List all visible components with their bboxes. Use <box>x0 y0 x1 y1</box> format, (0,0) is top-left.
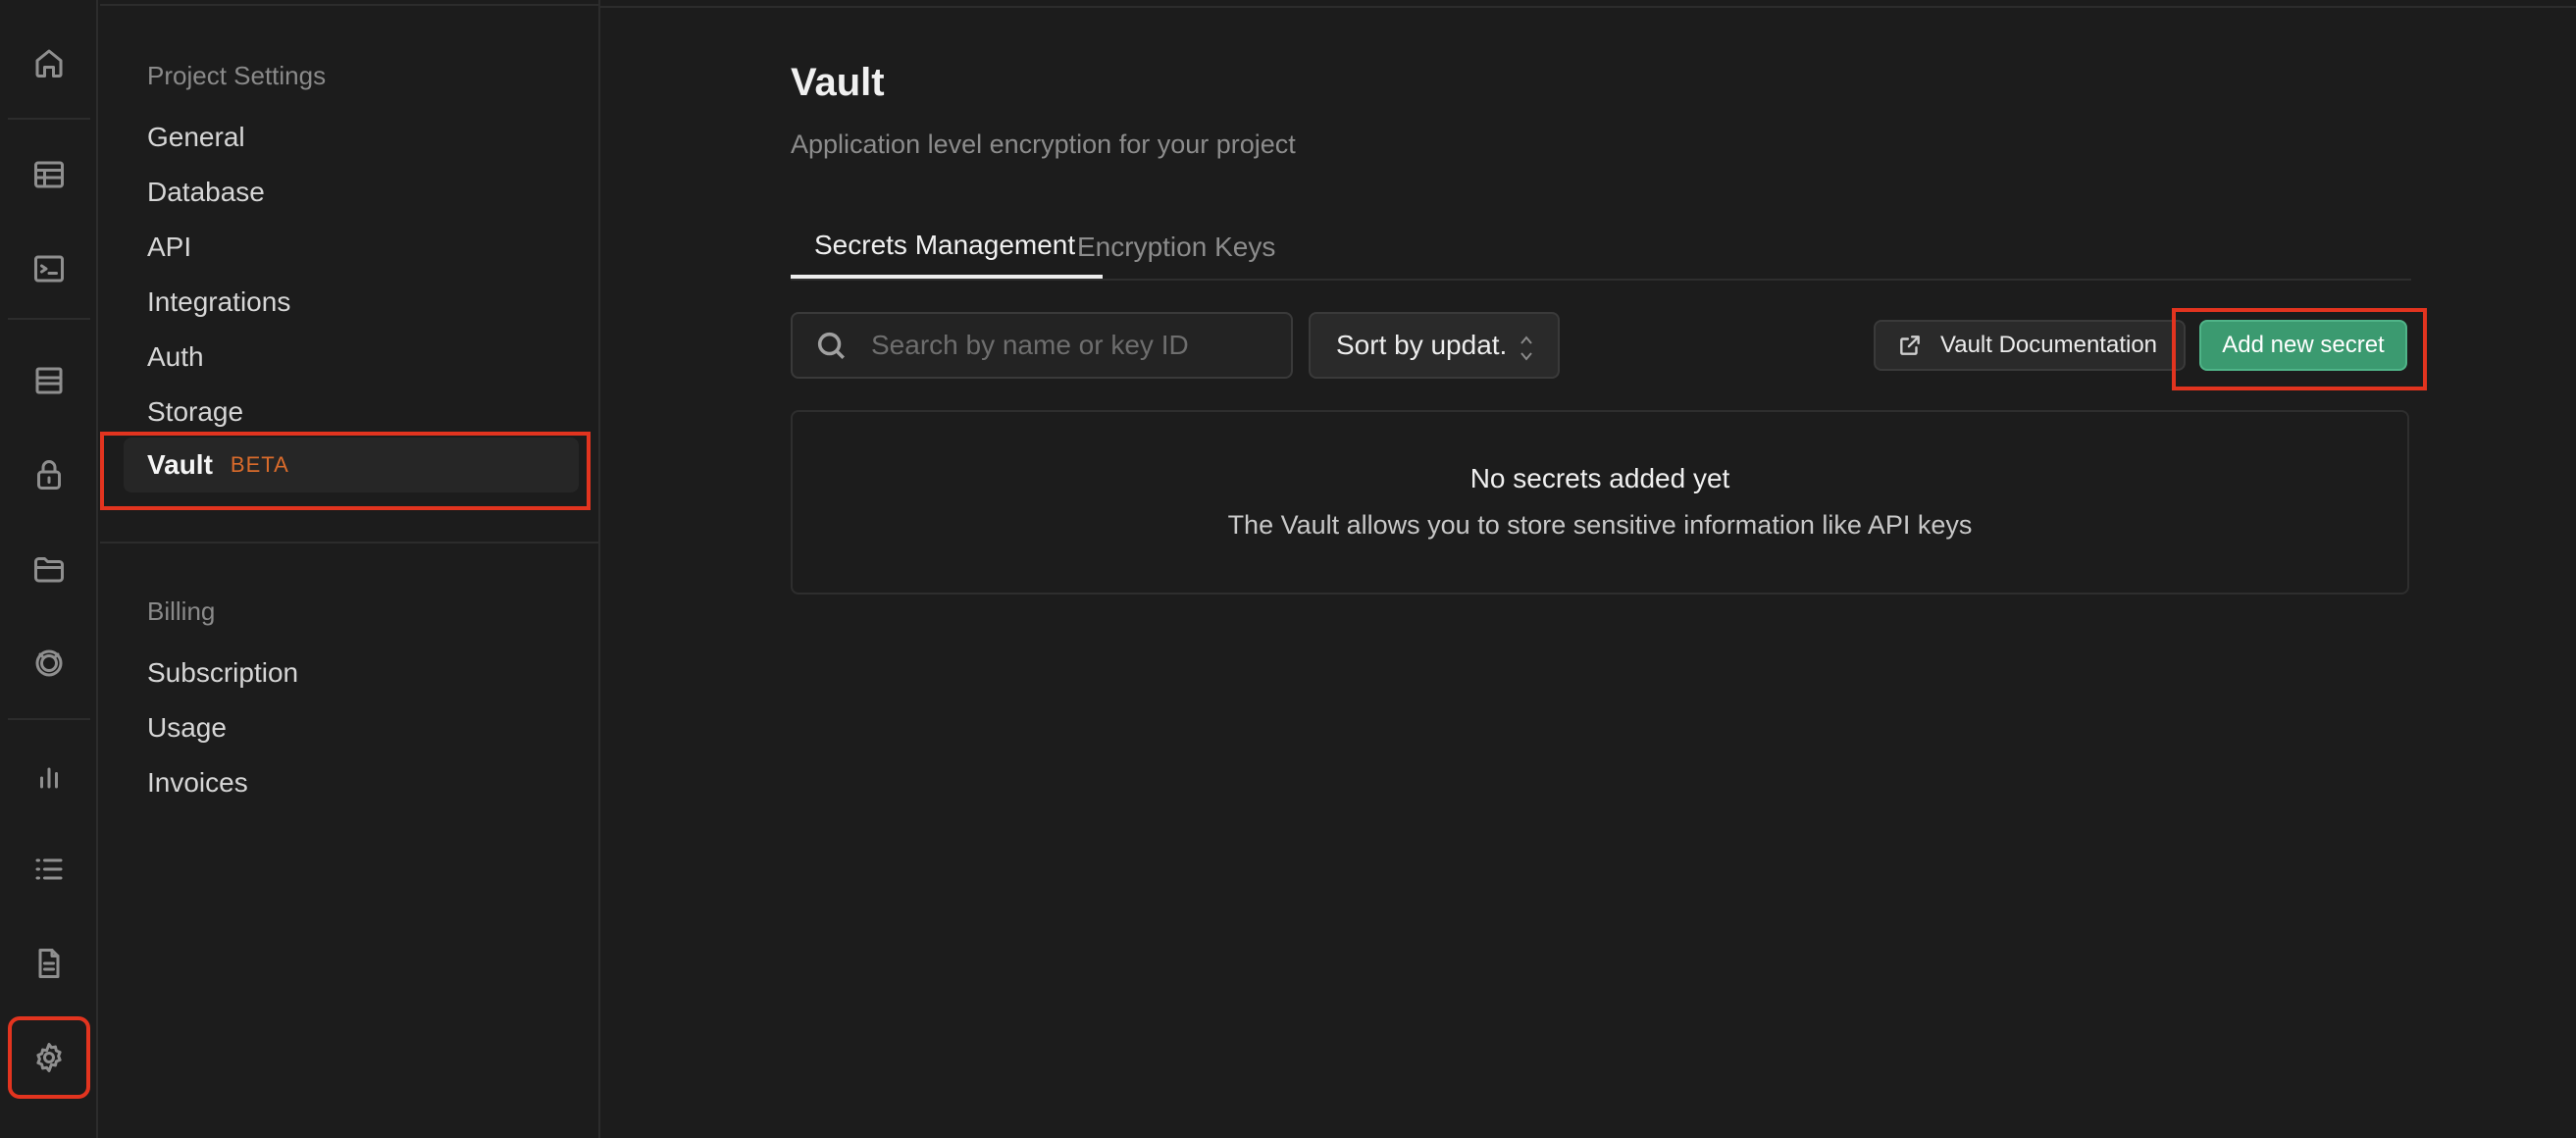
vault-documentation-button[interactable]: Vault Documentation <box>1874 320 2186 371</box>
api-docs-icon[interactable] <box>12 926 86 1001</box>
sidebar-item-usage[interactable]: Usage <box>147 712 227 744</box>
settings-sidebar: Project Settings General Database API In… <box>100 0 600 1138</box>
sidebar-item-storage[interactable]: Storage <box>147 396 243 428</box>
sidebar-item-general[interactable]: General <box>147 122 245 153</box>
sidebar-item-api[interactable]: API <box>147 232 191 263</box>
beta-badge: BETA <box>230 452 289 477</box>
sort-select-label: Sort by updat. <box>1336 330 1508 360</box>
main-content: Vault Application level encryption for y… <box>600 0 2576 1138</box>
search-box[interactable] <box>791 312 1293 379</box>
add-new-secret-button[interactable]: Add new secret <box>2199 320 2407 371</box>
app-window: Project Settings General Database API In… <box>0 0 2576 1138</box>
home-icon[interactable] <box>12 26 86 100</box>
icon-rail <box>0 0 98 1138</box>
search-input[interactable] <box>871 330 1283 361</box>
sidebar-item-vault[interactable]: Vault BETA <box>124 438 579 492</box>
logs-icon[interactable] <box>12 832 86 906</box>
authentication-icon[interactable] <box>12 438 86 512</box>
settings-icon[interactable] <box>8 1016 90 1099</box>
active-tab-indicator <box>791 275 1103 279</box>
vault-documentation-label: Vault Documentation <box>1940 332 2158 358</box>
page-title: Vault <box>791 61 885 104</box>
tab-encryption-keys[interactable]: Encryption Keys <box>1077 232 1275 263</box>
sidebar-divider <box>100 542 600 543</box>
sidebar-item-invoices[interactable]: Invoices <box>147 767 248 799</box>
external-link-icon <box>1900 336 1920 355</box>
sidebar-item-subscription[interactable]: Subscription <box>147 657 298 689</box>
empty-state-description: The Vault allows you to store sensitive … <box>1227 510 1973 540</box>
sidebar-item-auth[interactable]: Auth <box>147 341 204 373</box>
tab-secrets-management[interactable]: Secrets Management <box>814 230 1075 261</box>
sidebar-item-database[interactable]: Database <box>147 177 265 208</box>
storage-icon[interactable] <box>12 532 86 606</box>
project-settings-heading: Project Settings <box>147 61 327 90</box>
sidebar-item-vault-label: Vault <box>147 449 213 480</box>
tab-bar: Secrets Management Encryption Keys <box>791 222 2411 281</box>
page-subtitle: Application level encryption for your pr… <box>791 129 1296 159</box>
empty-state-panel: No secrets added yet The Vault allows yo… <box>791 410 2409 595</box>
table-editor-icon[interactable] <box>12 137 86 212</box>
reports-icon[interactable] <box>12 738 86 812</box>
empty-state-title: No secrets added yet <box>1469 463 1730 493</box>
add-new-secret-label: Add new secret <box>2222 332 2385 358</box>
chevron-up-down-icon <box>1519 332 1534 365</box>
realtime-icon[interactable] <box>12 626 86 700</box>
sort-select[interactable]: Sort by updat. <box>1309 312 1560 379</box>
search-icon <box>817 332 846 360</box>
sql-editor-icon[interactable] <box>12 232 86 306</box>
database-icon[interactable] <box>12 343 86 418</box>
billing-heading: Billing <box>147 596 216 626</box>
sidebar-item-integrations[interactable]: Integrations <box>147 286 290 318</box>
